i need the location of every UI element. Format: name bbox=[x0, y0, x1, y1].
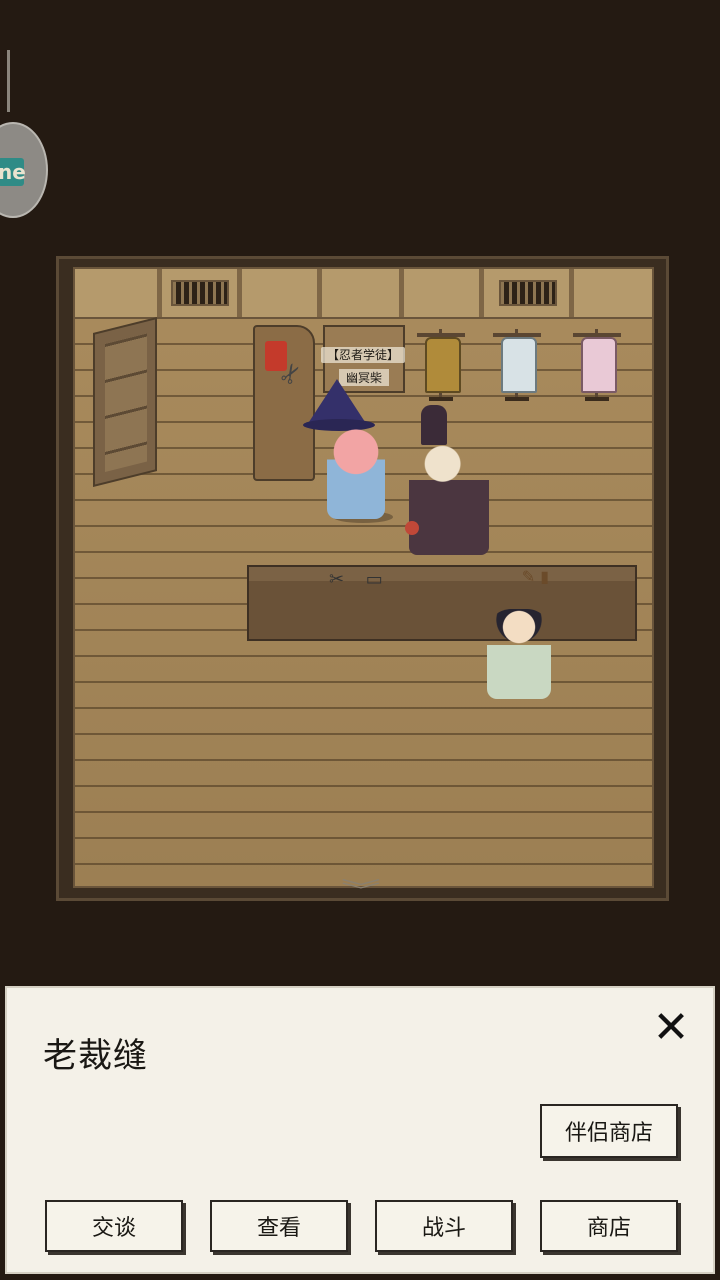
shop-counter: ✂ ▭ ✎ ▮ bbox=[247, 565, 637, 641]
armor-garment bbox=[425, 337, 461, 393]
player-character[interactable] bbox=[327, 423, 385, 519]
close-icon[interactable]: ✕ bbox=[649, 1006, 693, 1050]
bookshelf bbox=[93, 317, 157, 487]
wall-pillar bbox=[569, 269, 574, 317]
wall-pillar bbox=[317, 269, 322, 317]
pink-robe-garment bbox=[581, 337, 617, 393]
inspect-button[interactable]: 查看 bbox=[210, 1200, 348, 1252]
tailor-tools-icon: ✂ ▭ bbox=[329, 569, 391, 590]
wall-pillar bbox=[399, 269, 404, 317]
npc-dialog-panel: 老裁缝 ✕ 伴侣商店 交谈 查看 战斗 商店 bbox=[5, 986, 715, 1274]
robe-rack-pink bbox=[567, 325, 627, 403]
tailor-hat bbox=[421, 405, 447, 445]
me-badge-icon: ne bbox=[0, 158, 26, 186]
wall-pillar bbox=[237, 269, 242, 317]
back-wall bbox=[73, 267, 654, 319]
talk-button[interactable]: 交谈 bbox=[45, 1200, 183, 1252]
wall-pillar bbox=[479, 269, 484, 317]
npc-name-title: 老裁缝 bbox=[43, 1036, 148, 1076]
companion-shop-button[interactable]: 伴侣商店 bbox=[540, 1104, 678, 1158]
brush-icon: ✎ ▮ bbox=[521, 567, 549, 586]
fight-button[interactable]: 战斗 bbox=[375, 1200, 513, 1252]
apprentice-kid-npc[interactable] bbox=[487, 609, 551, 699]
armor-rack bbox=[411, 325, 471, 403]
yarn-ball-icon bbox=[405, 521, 419, 535]
wall-vent bbox=[499, 280, 557, 306]
hud-avatar-button[interactable]: ne bbox=[0, 122, 48, 218]
shop-button[interactable]: 商店 bbox=[540, 1200, 678, 1252]
double-chevron-down-icon[interactable]: ︾ bbox=[338, 881, 384, 903]
sewing-desk: ✂ bbox=[253, 325, 315, 481]
wall-vent bbox=[171, 280, 229, 306]
wall-pillar bbox=[157, 269, 162, 317]
white-robe-garment bbox=[501, 337, 537, 393]
player-title-tag: 【忍者学徒】 bbox=[321, 347, 405, 363]
old-tailor-npc[interactable] bbox=[409, 441, 489, 555]
hud-divider bbox=[7, 50, 10, 112]
robe-rack-white bbox=[487, 325, 547, 403]
tailor-shop-room: ✂ ✂ ▭ ✎ ▮ 【忍者学徒】 幽冥柴 bbox=[56, 256, 669, 901]
